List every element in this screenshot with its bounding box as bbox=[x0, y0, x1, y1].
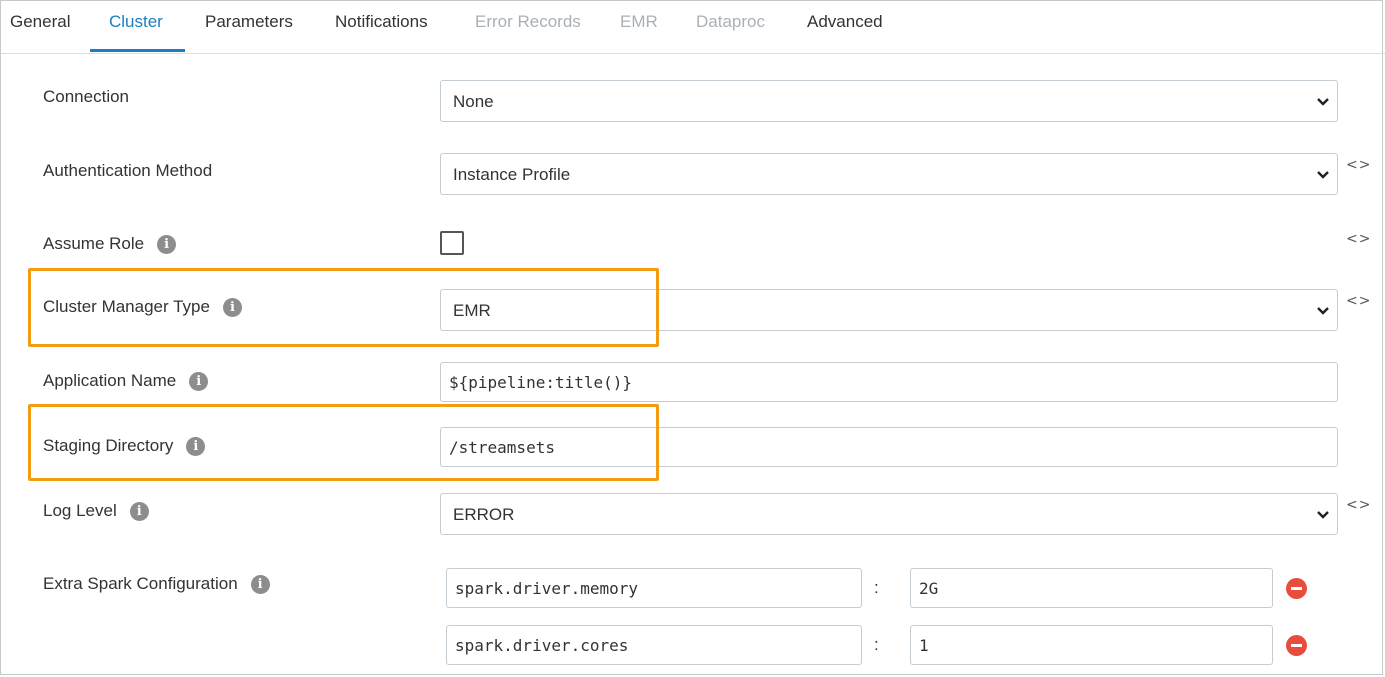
extra-spark-label-text: Extra Spark Configuration bbox=[43, 574, 238, 593]
auth-method-select[interactable]: Instance Profile bbox=[440, 153, 1338, 195]
tab-cluster[interactable]: Cluster bbox=[109, 12, 163, 32]
auth-method-label-text: Authentication Method bbox=[43, 161, 213, 180]
info-icon[interactable]: i bbox=[129, 501, 149, 521]
expression-toggle-icon[interactable]: <> bbox=[1346, 231, 1371, 247]
info-icon[interactable]: i bbox=[189, 371, 209, 391]
spark-config-value-input[interactable]: 1 bbox=[910, 625, 1273, 665]
tab-notifications[interactable]: Notifications bbox=[335, 12, 428, 32]
chevron-down-icon bbox=[1317, 511, 1329, 519]
key-value-separator: : bbox=[874, 635, 879, 654]
cluster-config-panel: General Cluster Parameters Notifications… bbox=[0, 0, 1385, 675]
chevron-down-icon bbox=[1317, 307, 1329, 315]
extra-spark-label: Extra Spark Configuration i bbox=[43, 574, 270, 594]
connection-label: Connection bbox=[43, 87, 129, 107]
spark-config-value-value: 2G bbox=[919, 579, 939, 598]
log-level-label-text: Log Level bbox=[43, 501, 117, 520]
chevron-down-icon bbox=[1317, 171, 1329, 179]
remove-row-icon[interactable] bbox=[1286, 635, 1307, 656]
expression-toggle-icon[interactable]: <> bbox=[1346, 497, 1371, 513]
connection-select[interactable]: None bbox=[440, 80, 1338, 122]
log-level-label: Log Level i bbox=[43, 501, 149, 521]
app-name-input-value: ${pipeline:title()} bbox=[449, 373, 633, 392]
spark-config-key-input[interactable]: spark.driver.cores bbox=[446, 625, 862, 665]
spark-config-key-value: spark.driver.cores bbox=[455, 636, 629, 655]
assume-role-checkbox[interactable] bbox=[440, 231, 464, 255]
log-level-select-value: ERROR bbox=[453, 505, 515, 524]
assume-role-label: Assume Role i bbox=[43, 234, 177, 254]
remove-row-icon[interactable] bbox=[1286, 578, 1307, 599]
info-icon[interactable]: i bbox=[250, 574, 270, 594]
tab-dataproc[interactable]: Dataproc bbox=[696, 12, 765, 32]
key-value-separator: : bbox=[874, 578, 879, 597]
callout-highlight-box bbox=[28, 404, 659, 481]
callout-highlight-box bbox=[28, 268, 659, 347]
app-name-input[interactable]: ${pipeline:title()} bbox=[440, 362, 1338, 402]
spark-config-value-input[interactable]: 2G bbox=[910, 568, 1273, 608]
auth-method-label: Authentication Method bbox=[43, 161, 212, 181]
spark-config-key-value: spark.driver.memory bbox=[455, 579, 639, 598]
app-name-label-text: Application Name bbox=[43, 371, 177, 390]
app-name-label: Application Name i bbox=[43, 371, 209, 391]
tab-general[interactable]: General bbox=[10, 12, 70, 32]
info-icon[interactable]: i bbox=[157, 234, 177, 254]
active-tab-indicator bbox=[90, 49, 185, 52]
spark-config-key-input[interactable]: spark.driver.memory bbox=[446, 568, 862, 608]
assume-role-label-text: Assume Role bbox=[43, 234, 145, 253]
tab-bar: General Cluster Parameters Notifications… bbox=[1, 1, 1385, 54]
expression-toggle-icon[interactable]: <> bbox=[1346, 157, 1371, 173]
tab-emr[interactable]: EMR bbox=[620, 12, 658, 32]
expression-toggle-icon[interactable]: <> bbox=[1346, 293, 1371, 309]
connection-label-text: Connection bbox=[43, 87, 130, 106]
auth-method-select-value: Instance Profile bbox=[453, 165, 571, 184]
connection-select-value: None bbox=[453, 92, 494, 111]
spark-config-value-value: 1 bbox=[919, 636, 929, 655]
chevron-down-icon bbox=[1317, 98, 1329, 106]
tab-error-records[interactable]: Error Records bbox=[475, 12, 581, 32]
tab-advanced[interactable]: Advanced bbox=[807, 12, 883, 32]
tab-parameters[interactable]: Parameters bbox=[205, 12, 293, 32]
log-level-select[interactable]: ERROR bbox=[440, 493, 1338, 535]
